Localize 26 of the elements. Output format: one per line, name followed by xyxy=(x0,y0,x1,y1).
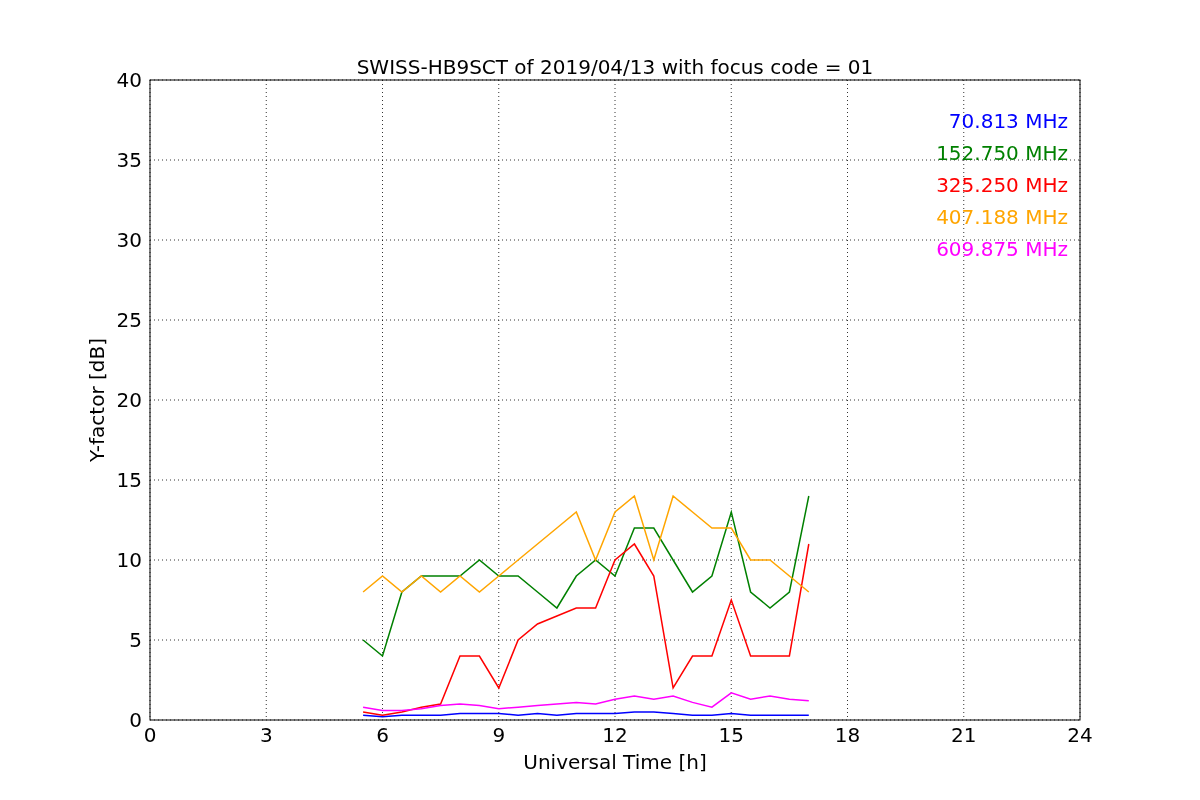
y-axis-label: Y-factor [dB] xyxy=(85,338,109,462)
chart-title: SWISS-HB9SCT of 2019/04/13 with focus code = 01 xyxy=(356,55,874,79)
x-tick-label: 6 xyxy=(376,723,389,747)
legend-label: 152.750 MHz xyxy=(936,141,1068,165)
y-tick-label: 40 xyxy=(116,68,142,92)
y-tick-label: 30 xyxy=(116,228,142,252)
y-tick-label: 35 xyxy=(116,148,142,172)
x-tick-label: 15 xyxy=(718,723,744,747)
x-tick-label: 18 xyxy=(834,723,861,747)
legend-label: 407.188 MHz xyxy=(936,205,1068,229)
x-tick-label: 3 xyxy=(259,723,273,747)
x-tick-label: 24 xyxy=(1067,723,1093,747)
y-tick-label: 25 xyxy=(116,308,142,332)
x-tick-label: 9 xyxy=(492,723,506,747)
y-tick-label: 10 xyxy=(116,548,142,572)
x-axis-label: Universal Time [h] xyxy=(523,750,707,774)
legend-label: 70.813 MHz xyxy=(948,109,1068,133)
y-tick-label: 0 xyxy=(129,708,142,732)
y-tick-label: 20 xyxy=(116,388,142,412)
legend-label: 609.875 MHz xyxy=(936,237,1068,261)
x-tick-label: 12 xyxy=(602,723,628,747)
x-tick-label: 0 xyxy=(143,723,157,747)
y-tick-label: 15 xyxy=(116,468,142,492)
y-tick-label: 5 xyxy=(129,628,142,652)
x-tick-label: 21 xyxy=(951,723,977,747)
legend-label: 325.250 MHz xyxy=(936,173,1068,197)
